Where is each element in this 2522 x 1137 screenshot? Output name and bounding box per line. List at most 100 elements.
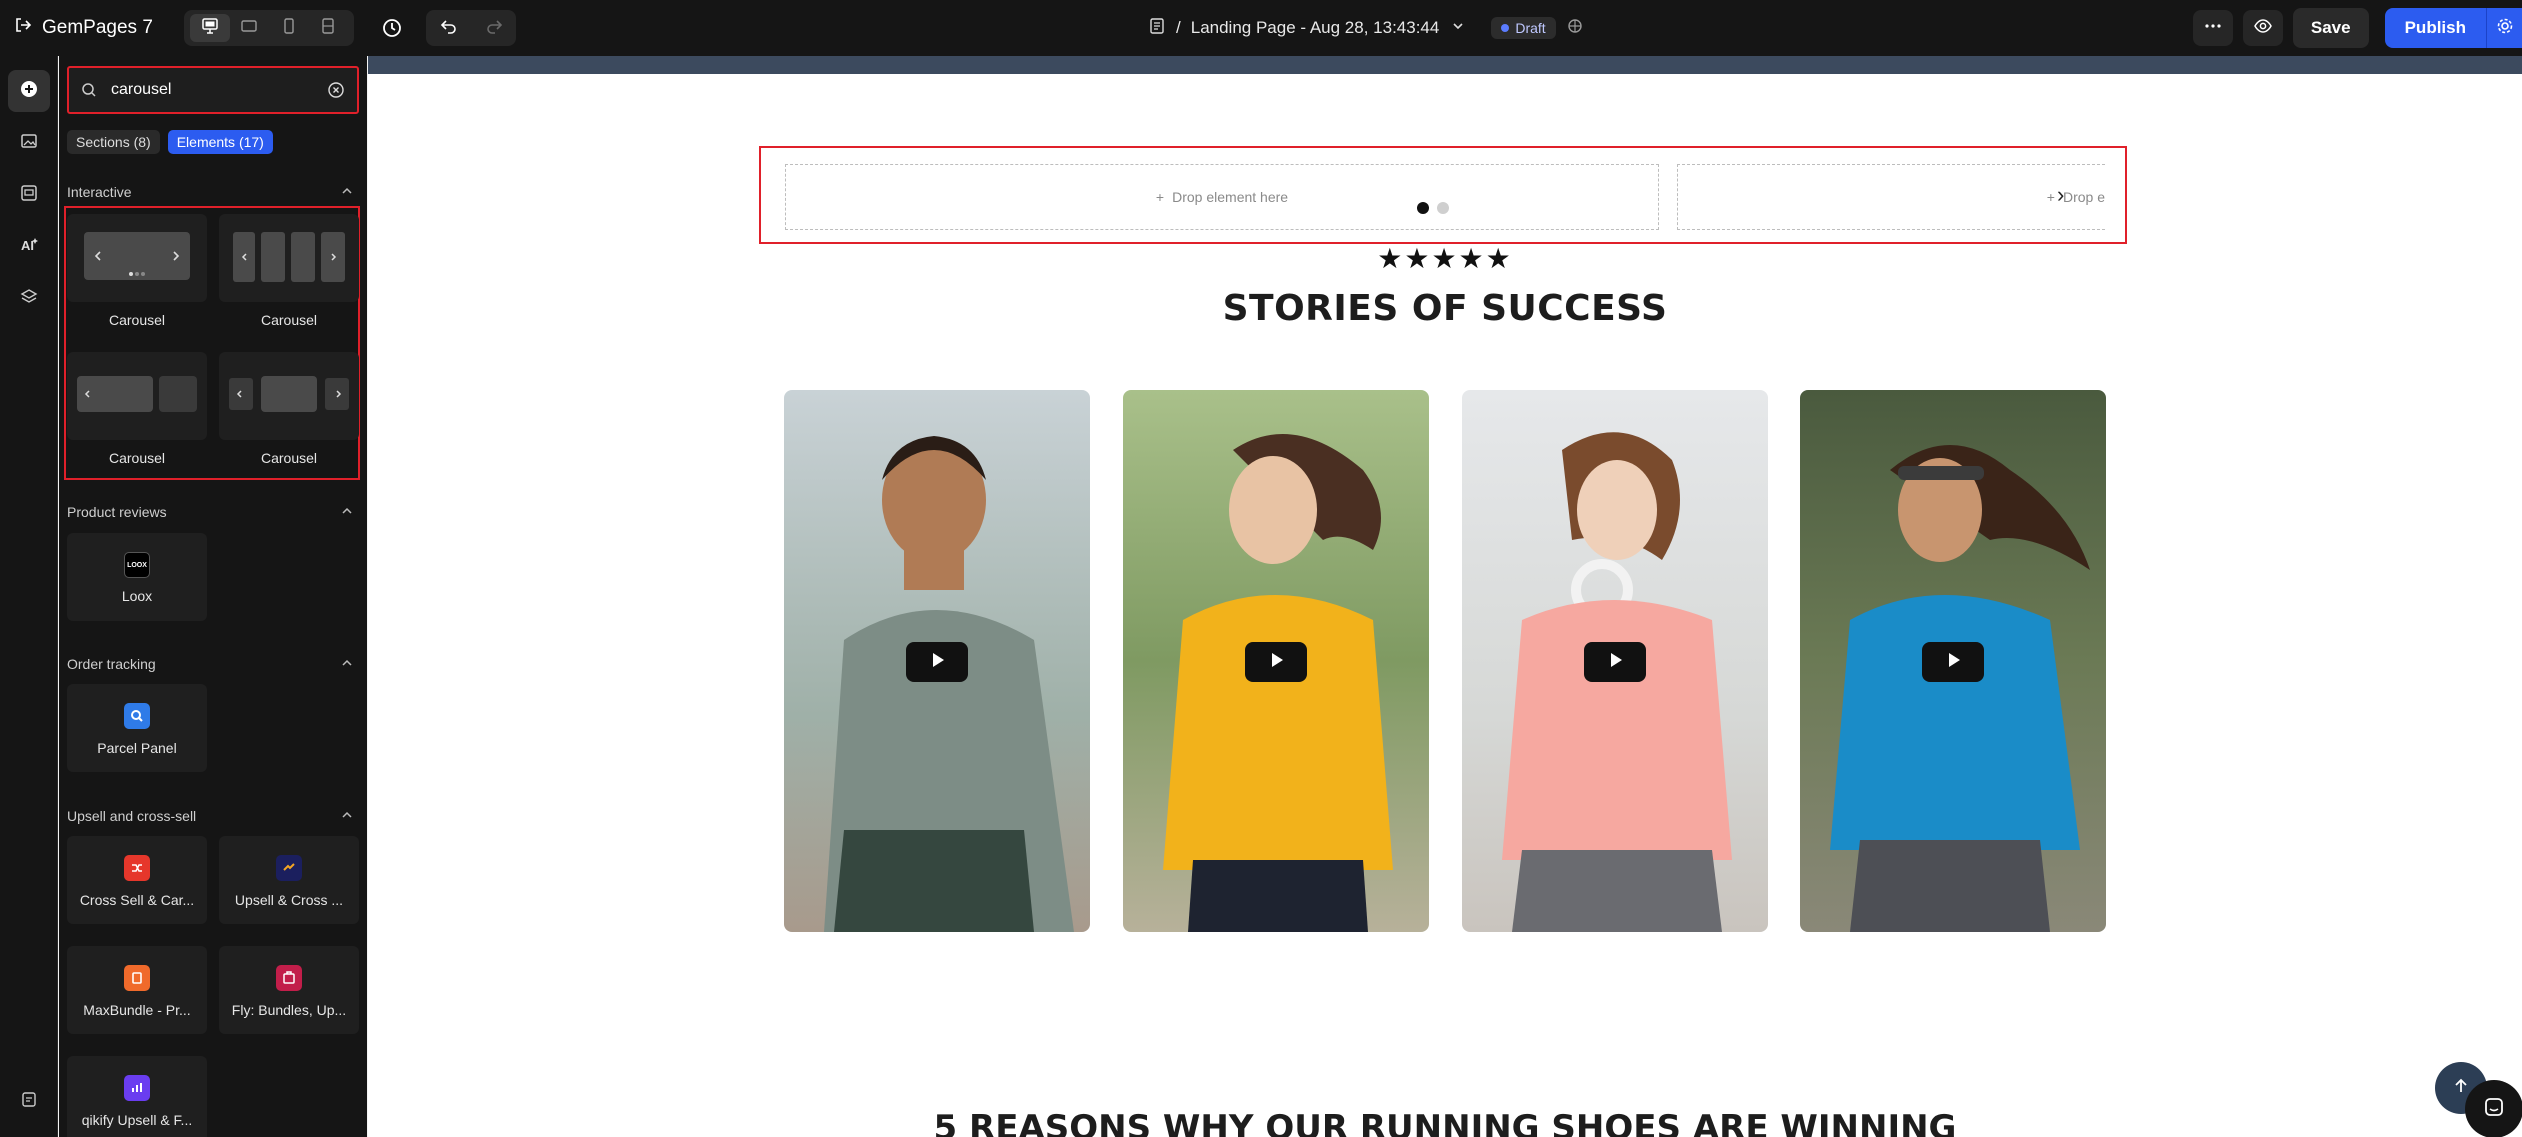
publish-options-button[interactable] [2486, 8, 2522, 48]
more-icon [2203, 16, 2223, 41]
carousel-next-icon[interactable]: › [2057, 182, 2064, 208]
chevron-up-icon [341, 184, 359, 200]
group-header-order-tracking[interactable]: Order tracking [67, 652, 359, 676]
loox-tile[interactable]: LOOX [67, 533, 207, 621]
chevron-up-icon [341, 808, 359, 824]
group-header-product-reviews[interactable]: Product reviews [67, 500, 359, 524]
testimonial-video-card[interactable] [1462, 390, 1768, 932]
history-icon [380, 19, 404, 44]
pages-button[interactable] [8, 122, 50, 164]
chevron-up-icon [341, 504, 359, 520]
chevron-down-icon [1449, 17, 1467, 40]
custom-device-icon [319, 17, 337, 40]
search-box[interactable]: carousel [67, 66, 359, 114]
testimonial-video-card[interactable] [784, 390, 1090, 932]
svg-text:AI: AI [21, 238, 34, 253]
upsell-cross-tile[interactable] [219, 836, 359, 924]
tab-sections[interactable]: Sections (8) [67, 130, 160, 154]
search-input[interactable]: carousel [111, 81, 327, 99]
tab-elements[interactable]: Elements (17) [167, 130, 273, 154]
ai-button[interactable]: AI [8, 226, 50, 268]
app-logo[interactable]: GemPages 7 [14, 0, 153, 56]
maxbundle-app-icon [124, 965, 150, 991]
page-title-selector[interactable]: / Landing Page - Aug 28, 13:43:44 Draft [1148, 0, 1584, 56]
group-title: Interactive [67, 184, 132, 200]
group-header-interactive[interactable]: Interactive [67, 180, 359, 204]
tile-label: Carousel [108, 450, 166, 466]
tablet-landscape-icon [240, 17, 258, 40]
carousel-dot[interactable] [1437, 202, 1449, 214]
carousel-thumbnail-icon [82, 228, 192, 289]
status-text: Draft [1515, 20, 1546, 36]
group-title: Product reviews [67, 504, 167, 520]
redo-button[interactable] [485, 17, 503, 40]
preview-button[interactable] [2242, 10, 2283, 46]
status-badge: Draft [1491, 17, 1556, 39]
play-button[interactable] [1584, 642, 1646, 682]
search-tabs: Sections (8) Elements (17) [67, 130, 273, 154]
carousel-tile-3[interactable] [67, 352, 207, 440]
dropzone-slide-1[interactable]: + Drop element here [785, 164, 1659, 230]
group-header-upsell[interactable]: Upsell and cross-sell [67, 804, 359, 828]
chat-support-button[interactable] [2465, 1080, 2522, 1137]
left-rail: AI [0, 56, 58, 1137]
sections-button[interactable] [8, 174, 50, 216]
tile-label: Carousel [108, 312, 166, 328]
more-options-button[interactable] [2192, 10, 2233, 46]
search-icon [81, 82, 97, 98]
layers-icon [19, 287, 39, 312]
play-button[interactable] [1245, 642, 1307, 682]
mobile-view-button[interactable] [269, 14, 309, 42]
eye-icon [2253, 16, 2273, 41]
undo-button[interactable] [440, 17, 458, 40]
testimonial-video-card[interactable] [1123, 390, 1429, 932]
page-icon [1148, 17, 1166, 40]
chat-icon [2482, 1095, 2506, 1124]
carousel-tile-2[interactable] [219, 214, 359, 302]
play-button[interactable] [906, 642, 968, 682]
publish-settings-icon[interactable] [1566, 17, 1584, 40]
play-button[interactable] [1922, 642, 1984, 682]
carousel-tile-4[interactable] [219, 352, 359, 440]
maxbundle-tile[interactable] [67, 946, 207, 1034]
toolbar-right: Save Publish [2192, 8, 2522, 48]
fly-bundles-tile[interactable] [219, 946, 359, 1034]
parcel-panel-app-icon [124, 703, 150, 729]
play-icon [1266, 650, 1286, 675]
add-elements-button[interactable] [8, 70, 50, 112]
save-button[interactable]: Save [2292, 8, 2369, 48]
parcel-panel-tile[interactable] [67, 684, 207, 772]
editor-canvas: + Drop element here + Drop e › ★★★★★ STO… [368, 56, 2522, 1137]
device-switcher [184, 10, 354, 46]
dropzone-label: Drop e [2062, 189, 2105, 205]
tile-label: Carousel [260, 450, 318, 466]
carousel-multi-thumbnail-icon [229, 228, 349, 289]
cross-sell-tile[interactable] [67, 836, 207, 924]
tile-label: Fly: Bundles, Up... [231, 1002, 347, 1018]
history-button[interactable] [380, 16, 404, 40]
rating-stars: ★★★★★ [1377, 243, 1513, 274]
carousel-element[interactable]: + Drop element here + Drop e › [759, 146, 2127, 244]
help-button[interactable] [8, 1080, 50, 1122]
tile-label: Loox [121, 588, 153, 604]
tile-label: qikify Upsell & F... [81, 1112, 193, 1128]
carousel-dot-active[interactable] [1417, 202, 1429, 214]
desktop-icon [201, 17, 219, 40]
mobile-icon [280, 17, 298, 40]
publish-button[interactable]: Publish [2384, 8, 2486, 48]
gear-icon [2496, 17, 2514, 40]
app-name: GemPages 7 [42, 17, 153, 38]
dropzone-slide-2[interactable]: + Drop e [1677, 164, 2105, 230]
loox-app-icon: LOOX [124, 552, 150, 578]
carousel-tile-1[interactable] [67, 214, 207, 302]
layers-button[interactable] [8, 278, 50, 320]
play-icon [1605, 650, 1625, 675]
page-title: Landing Page - Aug 28, 13:43:44 [1190, 18, 1440, 37]
desktop-view-button[interactable] [190, 14, 230, 42]
laptop-view-button[interactable] [230, 14, 270, 42]
custom-view-button[interactable] [309, 14, 349, 42]
testimonial-video-card[interactable] [1800, 390, 2106, 932]
tile-label: MaxBundle - Pr... [83, 1002, 191, 1018]
clear-search-icon[interactable] [327, 81, 345, 99]
tile-label: Cross Sell & Car... [79, 892, 195, 908]
